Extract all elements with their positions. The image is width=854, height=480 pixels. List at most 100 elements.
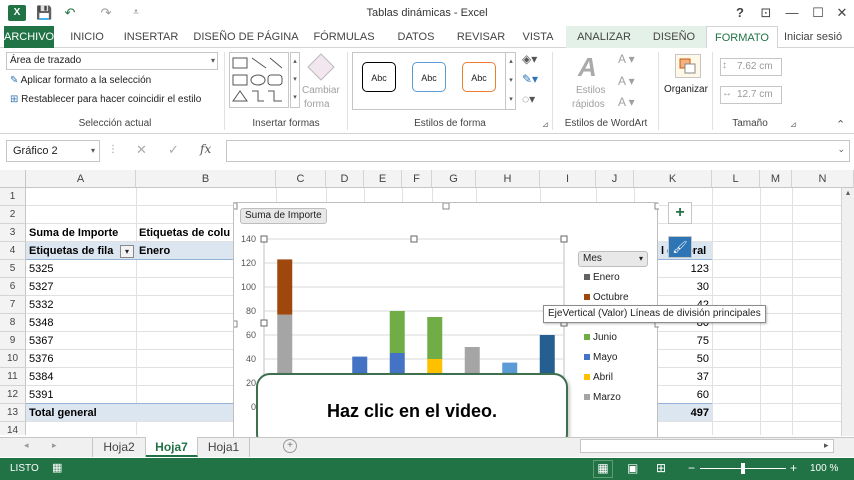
pivot-total-cell[interactable]: 75 [658, 332, 712, 350]
collapse-ribbon-icon[interactable]: ⌃ [836, 118, 845, 131]
row-header[interactable]: 1 [0, 188, 26, 206]
row-header[interactable]: 6 [0, 278, 26, 296]
row-header[interactable]: 3 [0, 224, 26, 242]
tab-inicio[interactable]: INICIO [60, 26, 114, 48]
zoom-out-button[interactable]: − [688, 461, 695, 475]
legend-entry[interactable]: Junio [584, 332, 617, 343]
cancel-icon[interactable]: ✕ [136, 142, 147, 158]
zoom-level[interactable]: 100 % [810, 463, 838, 474]
change-shape-icon[interactable] [306, 52, 336, 82]
column-header[interactable]: F [402, 170, 432, 188]
shape-style-blue[interactable]: Abc [412, 62, 446, 92]
legend-entry[interactable]: Abril [584, 372, 613, 383]
shapes-gallery[interactable] [229, 52, 289, 108]
sheet-tab-hoja2[interactable]: Hoja2 [92, 437, 146, 457]
wordart-quick-styles-icon[interactable]: A [578, 52, 606, 82]
sheet-tab-hoja7[interactable]: Hoja7 [146, 437, 198, 457]
pivot-row-label[interactable]: 5348 [26, 314, 53, 332]
row-header[interactable]: 4 [0, 242, 26, 260]
column-header[interactable]: L [712, 170, 760, 188]
expand-formula-icon[interactable]: ⌄ [837, 144, 845, 155]
row-header[interactable]: 12 [0, 386, 26, 404]
legend-entry[interactable]: Enero [584, 272, 620, 283]
pivot-row-label[interactable]: 5367 [26, 332, 53, 350]
new-sheet-icon[interactable]: + [283, 439, 297, 453]
scroll-right-icon[interactable]: ▸ [824, 440, 829, 451]
pivot-total-cell[interactable]: 60 [658, 386, 712, 404]
pivot-total-label[interactable]: Total general [26, 403, 233, 421]
tab-revisar[interactable]: REVISAR [450, 26, 512, 48]
pivot-row-label[interactable]: 5376 [26, 350, 53, 368]
pivot-total-cell[interactable]: 50 [658, 350, 712, 368]
arrange-label[interactable]: Organizar [664, 84, 708, 95]
ribbon-display-icon[interactable]: ⊡ [754, 3, 778, 23]
tab-vista[interactable]: VISTA [516, 26, 560, 48]
enter-icon[interactable]: ✓ [168, 142, 179, 158]
close-button[interactable]: ✕ [830, 3, 854, 23]
sheet-tab-hoja1[interactable]: Hoja1 [198, 437, 250, 457]
column-header[interactable]: N [792, 170, 854, 188]
row-header[interactable]: 14 [0, 422, 26, 435]
tab-formato[interactable]: FORMATO [706, 26, 778, 49]
row-header[interactable]: 13 [0, 404, 26, 422]
page-layout-view-icon[interactable]: ▣ [627, 461, 638, 475]
pivot-total-cell[interactable]: 30 [658, 278, 712, 296]
column-header[interactable]: C [276, 170, 326, 188]
pivot-total-cell[interactable]: 123 [658, 260, 712, 278]
pivot-row-label[interactable]: 5327 [26, 278, 53, 296]
text-outline-icon[interactable]: A ▾ [618, 74, 635, 88]
column-header[interactable]: J [596, 170, 634, 188]
column-header[interactable]: G [432, 170, 476, 188]
reset-style-button[interactable]: ⊞ Restablecer para hacer coincidir el es… [10, 94, 201, 105]
shape-style-orange[interactable]: Abc [462, 62, 496, 92]
column-header[interactable]: B [136, 170, 276, 188]
page-break-view-icon[interactable]: ⊞ [656, 461, 666, 475]
row-header[interactable]: 7 [0, 296, 26, 314]
column-header[interactable]: D [326, 170, 364, 188]
tab-analizar[interactable]: ANALIZAR [566, 26, 642, 48]
text-effects-icon[interactable]: A ▾ [618, 95, 635, 109]
formula-input[interactable]: ⌄ [226, 140, 850, 162]
shape-outline-icon[interactable]: ✎▾ [522, 72, 546, 88]
pivot-column-labels[interactable]: Etiquetas de colu [136, 224, 236, 242]
macro-record-icon[interactable]: ▦ [52, 461, 62, 474]
minimize-button[interactable]: — [780, 3, 804, 23]
chart-elements-dropdown[interactable]: Área de trazado ▾ [6, 52, 218, 70]
zoom-slider-thumb[interactable] [741, 463, 745, 474]
sign-in-link[interactable]: Iniciar sesió [784, 26, 854, 48]
tab-insertar[interactable]: INSERTAR [118, 26, 184, 48]
text-fill-icon[interactable]: A ▾ [618, 52, 635, 66]
chart-styles-button[interactable]: 🖌 [668, 236, 692, 258]
vertical-scrollbar[interactable]: ▴ [841, 188, 854, 436]
tab-datos[interactable]: DATOS [386, 26, 446, 48]
row-header[interactable]: 11 [0, 368, 26, 386]
legend-field-button[interactable]: Mes ▾ [578, 251, 648, 267]
pivot-row-label[interactable]: 5391 [26, 386, 53, 404]
arrange-icon[interactable] [675, 54, 701, 78]
format-selection-button[interactable]: ✎ Aplicar formato a la selección [10, 75, 151, 86]
legend-entry[interactable]: Marzo [584, 392, 621, 403]
normal-view-icon[interactable]: ▦ [593, 460, 613, 478]
maximize-button[interactable]: ☐ [806, 3, 830, 23]
select-all-corner[interactable] [0, 170, 26, 188]
pivot-total-cell[interactable]: 37 [658, 368, 712, 386]
scroll-next-sheet-icon[interactable]: ▸ [52, 440, 57, 451]
tab-diseno[interactable]: DISEÑO [642, 26, 706, 48]
scroll-up-icon[interactable]: ▴ [842, 188, 854, 197]
insert-function-icon[interactable]: fx [200, 142, 211, 156]
pivot-row-label[interactable]: 5332 [26, 296, 53, 314]
shapes-gallery-scroll[interactable]: ▴ ▾ ▾ [290, 52, 300, 108]
column-header[interactable]: H [476, 170, 540, 188]
tab-archivo[interactable]: ARCHIVO [4, 26, 54, 48]
filter-dropdown-icon[interactable]: ▾ [120, 245, 134, 258]
zoom-in-button[interactable]: + [790, 461, 797, 475]
pivot-value-label[interactable]: Suma de Importe [26, 224, 136, 242]
name-box[interactable]: Gráfico 2 ▾ [6, 140, 100, 162]
shape-height-input[interactable]: 7.62 cm [720, 58, 782, 76]
shape-style-black[interactable]: Abc [362, 62, 396, 92]
chart-field-button[interactable]: Suma de Importe [240, 208, 327, 224]
column-header[interactable]: K [634, 170, 712, 188]
pivot-row-label[interactable]: 5325 [26, 260, 53, 278]
add-chart-element-button[interactable]: + [668, 202, 692, 224]
shape-fill-icon[interactable]: ◈▾ [522, 52, 546, 68]
